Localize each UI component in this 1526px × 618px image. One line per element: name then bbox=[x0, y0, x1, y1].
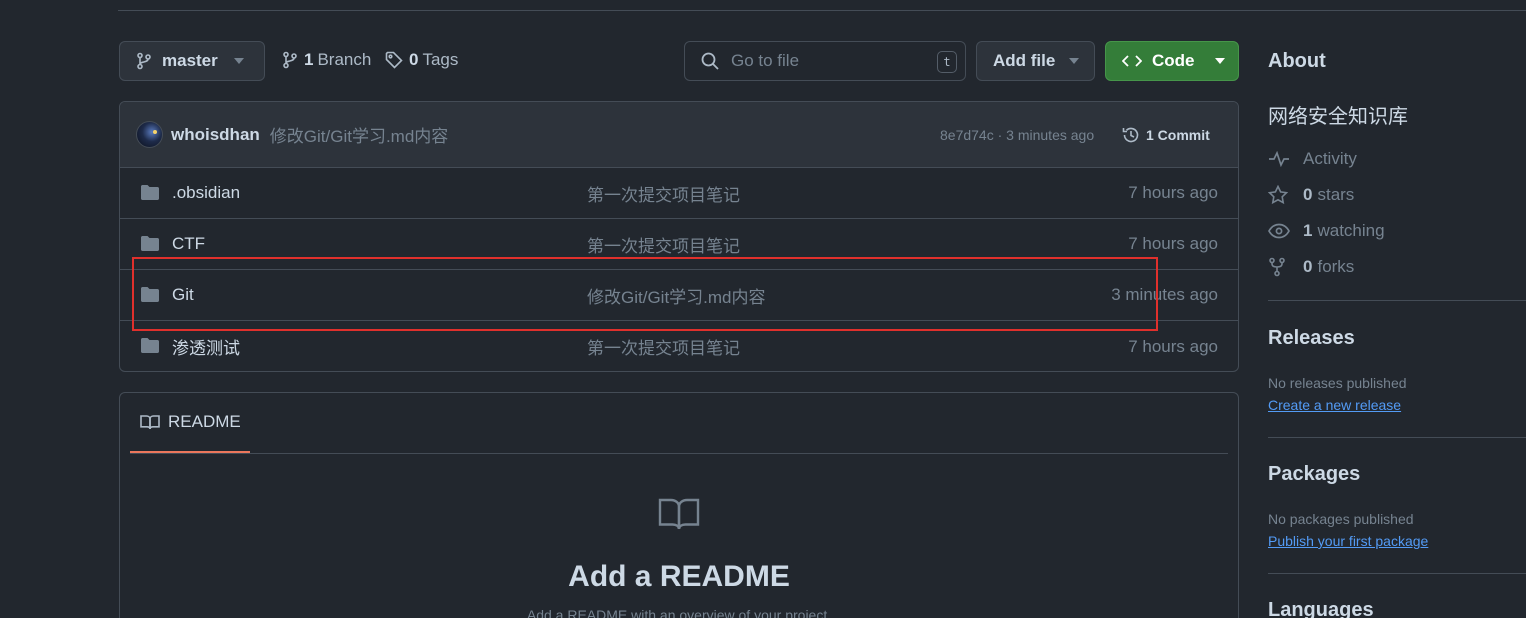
repo-description: 网络安全知识库 bbox=[1268, 106, 1408, 128]
commit-history-link[interactable]: 1 Commit bbox=[1122, 126, 1210, 144]
add-file-label: Add file bbox=[993, 51, 1056, 70]
forks-count: 0 bbox=[1303, 257, 1313, 276]
activity-label: Activity bbox=[1303, 149, 1357, 168]
file-list: whoisdhan 修改Git/Git学习.md内容 8e7d74c · 3 m… bbox=[119, 101, 1239, 372]
latest-commit-bar: whoisdhan 修改Git/Git学习.md内容 8e7d74c · 3 m… bbox=[120, 102, 1238, 168]
table-row[interactable]: 渗透测试 第一次提交项目笔记 7 hours ago bbox=[120, 321, 1238, 371]
commit-message[interactable]: 修改Git/Git学习.md内容 bbox=[270, 122, 449, 147]
readme-divider bbox=[130, 453, 1228, 454]
publish-package-link[interactable]: Publish your first package bbox=[1268, 533, 1428, 549]
tag-icon bbox=[385, 51, 403, 69]
fork-icon bbox=[1268, 257, 1290, 277]
chevron-down-icon bbox=[1069, 58, 1080, 64]
table-row[interactable]: .obsidian 第一次提交项目笔记 7 hours ago bbox=[120, 168, 1238, 219]
stars-link[interactable]: 0 stars bbox=[1268, 185, 1354, 205]
git-branch-icon bbox=[282, 51, 298, 69]
eye-icon bbox=[1268, 223, 1290, 239]
add-file-button[interactable]: Add file bbox=[976, 41, 1095, 81]
file-name[interactable]: Git bbox=[172, 285, 194, 305]
stars-count: 0 bbox=[1303, 185, 1313, 204]
file-name[interactable]: 渗透测试 bbox=[172, 334, 240, 359]
file-commit-message[interactable]: 修改Git/Git学习.md内容 bbox=[587, 283, 766, 308]
forks-label: forks bbox=[1317, 257, 1355, 276]
watching-label: watching bbox=[1317, 221, 1385, 240]
forks-link[interactable]: 0 forks bbox=[1268, 257, 1354, 277]
tag-label: Tags bbox=[422, 50, 459, 69]
sidebar-divider bbox=[1268, 573, 1526, 574]
releases-heading[interactable]: Releases bbox=[1268, 327, 1355, 350]
code-label: Code bbox=[1152, 51, 1195, 70]
sidebar-divider bbox=[1268, 300, 1526, 301]
releases-empty-text: No releases published bbox=[1268, 375, 1407, 391]
git-branch-icon bbox=[136, 52, 152, 70]
languages-heading: Languages bbox=[1268, 599, 1374, 618]
folder-icon bbox=[140, 286, 160, 303]
history-icon bbox=[1122, 126, 1140, 144]
file-age: 7 hours ago bbox=[1128, 234, 1218, 253]
folder-icon bbox=[140, 184, 160, 201]
file-commit-message[interactable]: 第一次提交项目笔记 bbox=[587, 334, 740, 359]
readme-tab-label: README bbox=[168, 412, 241, 431]
go-to-file-input[interactable] bbox=[731, 51, 921, 71]
star-icon bbox=[1268, 185, 1290, 205]
packages-heading[interactable]: Packages bbox=[1268, 463, 1360, 486]
go-to-file-search[interactable]: t bbox=[684, 41, 966, 81]
table-row[interactable]: Git 修改Git/Git学习.md内容 3 minutes ago bbox=[120, 270, 1238, 321]
file-age: 7 hours ago bbox=[1128, 336, 1218, 356]
packages-empty-text: No packages published bbox=[1268, 511, 1414, 527]
code-icon bbox=[1122, 54, 1142, 68]
book-icon bbox=[140, 414, 160, 430]
branch-label: Branch bbox=[317, 50, 372, 69]
keyboard-shortcut-hint: t bbox=[937, 51, 957, 73]
avatar[interactable] bbox=[136, 121, 163, 148]
watching-count: 1 bbox=[1303, 221, 1313, 240]
commit-count: 1 Commit bbox=[1146, 126, 1210, 143]
file-commit-message[interactable]: 第一次提交项目笔记 bbox=[587, 232, 740, 257]
readme-empty-title: Add a README bbox=[568, 560, 790, 593]
branches-link[interactable]: 1 Branch bbox=[282, 50, 371, 70]
create-release-link[interactable]: Create a new release bbox=[1268, 397, 1401, 413]
file-age: 7 hours ago bbox=[1128, 183, 1218, 202]
branch-name: master bbox=[162, 51, 218, 70]
readme-panel: README Add a README Add a README with an… bbox=[119, 392, 1239, 618]
tags-link[interactable]: 0 Tags bbox=[385, 50, 458, 70]
pulse-icon bbox=[1268, 151, 1290, 167]
stars-label: stars bbox=[1317, 185, 1355, 204]
sidebar-divider bbox=[1268, 437, 1526, 438]
file-age: 3 minutes ago bbox=[1111, 285, 1218, 304]
tab-readme[interactable]: README bbox=[130, 393, 250, 454]
about-heading: About bbox=[1268, 50, 1326, 72]
branch-selector-button[interactable]: master bbox=[119, 41, 265, 81]
header-divider bbox=[118, 10, 1526, 11]
file-commit-message[interactable]: 第一次提交项目笔记 bbox=[587, 181, 740, 206]
commit-author[interactable]: whoisdhan bbox=[171, 125, 260, 145]
readme-empty-subtitle: Add a README with an overview of your pr… bbox=[526, 607, 832, 618]
book-icon bbox=[658, 497, 700, 531]
search-icon bbox=[701, 52, 719, 70]
tag-count: 0 bbox=[409, 50, 419, 69]
folder-icon bbox=[140, 235, 160, 252]
file-name[interactable]: .obsidian bbox=[172, 183, 240, 203]
chevron-down-icon bbox=[1214, 58, 1225, 64]
table-row[interactable]: CTF 第一次提交项目笔记 7 hours ago bbox=[120, 219, 1238, 270]
commit-sha-time[interactable]: 8e7d74c · 3 minutes ago bbox=[940, 127, 1094, 143]
code-button[interactable]: Code bbox=[1105, 41, 1239, 81]
activity-link[interactable]: Activity bbox=[1268, 149, 1357, 169]
chevron-down-icon bbox=[233, 58, 244, 64]
watchers-link[interactable]: 1 watching bbox=[1268, 221, 1385, 241]
branch-count: 1 bbox=[304, 50, 314, 69]
file-name[interactable]: CTF bbox=[172, 234, 205, 254]
folder-icon bbox=[140, 337, 160, 354]
